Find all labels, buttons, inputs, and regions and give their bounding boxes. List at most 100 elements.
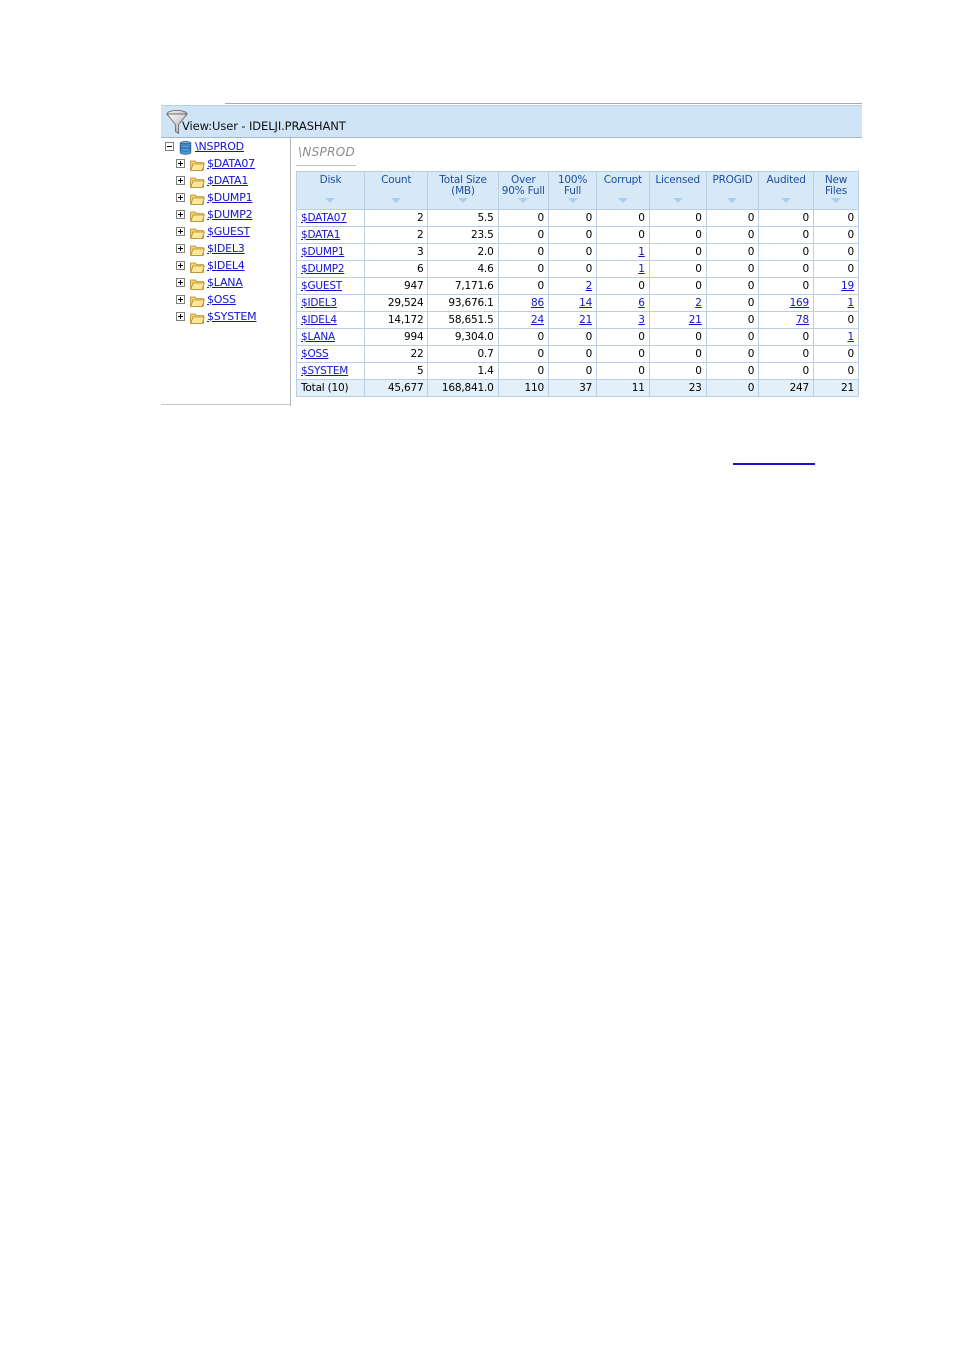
column-header-total-size[interactable]: Total Size (MB) (427, 171, 499, 210)
table-row[interactable]: $GUEST 947 7,171.6 0 2 0 0 0 0 19 (296, 277, 859, 295)
tree-item-label[interactable]: $IDEL3 (207, 242, 245, 255)
column-header-new-files[interactable]: New Files (813, 171, 859, 210)
tree-item-label[interactable]: $DATA07 (207, 157, 255, 170)
cell-disk[interactable]: $IDEL4 (296, 311, 365, 329)
new-files-count-link[interactable]: 19 (841, 280, 854, 292)
cell-over-90-full[interactable]: 24 (497, 311, 549, 329)
full-100-count-link[interactable]: 21 (579, 314, 592, 326)
disk-link[interactable]: $DUMP2 (301, 263, 345, 275)
cell-licensed[interactable]: 21 (648, 311, 707, 329)
tree-item-label[interactable]: $DUMP2 (207, 208, 253, 221)
expand-plus-icon[interactable] (176, 295, 185, 304)
tree-item-label[interactable]: $SYSTEM (207, 310, 257, 323)
disk-link[interactable]: $DATA07 (301, 212, 347, 224)
sort-descending-icon[interactable] (672, 198, 683, 203)
sort-descending-icon[interactable] (831, 198, 841, 203)
cell-licensed[interactable]: 2 (648, 294, 707, 312)
table-row[interactable]: $IDEL4 14,172 58,651.5 24 21 3 21 0 78 0 (296, 311, 859, 329)
disk-link[interactable]: $SYSTEM (301, 365, 348, 377)
tree-item-label[interactable]: $OSS (207, 293, 236, 306)
table-row[interactable]: $DATA1 2 23.5 0 0 0 0 0 0 0 (296, 226, 859, 244)
disk-link[interactable]: $IDEL4 (301, 314, 337, 326)
empty-hyperlink-underline[interactable] (733, 451, 815, 465)
new-files-count-link[interactable]: 1 (848, 331, 855, 343)
cell-100-full[interactable]: 2 (547, 277, 598, 295)
sort-descending-icon[interactable] (391, 198, 402, 203)
tree-item-root[interactable]: \NSPROD (161, 138, 290, 155)
sort-descending-icon[interactable] (518, 198, 529, 203)
licensed-count-link[interactable]: 2 (695, 297, 702, 309)
sort-descending-icon[interactable] (458, 198, 468, 203)
column-header-progid[interactable]: PROGID (705, 171, 760, 210)
disk-link[interactable]: $LANA (301, 331, 335, 343)
sort-descending-icon[interactable] (325, 198, 336, 203)
cell-100-full[interactable]: 14 (547, 294, 598, 312)
new-files-count-link[interactable]: 1 (848, 297, 855, 309)
disk-link[interactable]: $IDEL3 (301, 297, 337, 309)
tree-item-oss[interactable]: $OSS (161, 291, 290, 308)
tree-item-dump1[interactable]: $DUMP1 (161, 189, 290, 206)
expand-plus-icon[interactable] (176, 210, 185, 219)
cell-new-files[interactable]: 1 (813, 328, 859, 346)
object-tree-pane[interactable]: \NSPROD $DATA07 $DATA1 $DUMP1 $DUMP2 $GU… (161, 138, 290, 405)
over-90-full-count-link[interactable]: 86 (531, 297, 544, 309)
table-row[interactable]: $IDEL3 29,524 93,676.1 86 14 6 2 0 169 1 (296, 294, 859, 312)
corrupt-count-link[interactable]: 1 (638, 263, 645, 275)
expand-plus-icon[interactable] (176, 261, 185, 270)
cell-new-files[interactable]: 19 (813, 277, 859, 295)
column-header-over-90-full[interactable]: Over 90% Full (497, 171, 549, 210)
sort-descending-icon[interactable] (567, 198, 578, 203)
sort-descending-icon[interactable] (617, 198, 628, 203)
cell-disk[interactable]: $DATA07 (296, 209, 365, 227)
cell-disk[interactable]: $SYSTEM (296, 362, 365, 380)
tree-item-data1[interactable]: $DATA1 (161, 172, 290, 189)
tree-item-idel3[interactable]: $IDEL3 (161, 240, 290, 257)
column-header-count[interactable]: Count (363, 171, 429, 210)
disk-link[interactable]: $DUMP1 (301, 246, 345, 258)
cell-over-90-full[interactable]: 86 (497, 294, 549, 312)
disk-link[interactable]: $DATA1 (301, 229, 340, 241)
tree-item-idel4[interactable]: $IDEL4 (161, 257, 290, 274)
table-row[interactable]: $OSS 22 0.7 0 0 0 0 0 0 0 (296, 345, 859, 363)
cell-corrupt[interactable]: 1 (596, 260, 650, 278)
column-header-corrupt[interactable]: Corrupt (596, 171, 650, 210)
full-100-count-link[interactable]: 2 (586, 280, 593, 292)
tree-item-label-root[interactable]: \NSPROD (195, 140, 244, 153)
table-row[interactable]: $DATA07 2 5.5 0 0 0 0 0 0 0 (296, 209, 859, 227)
expand-plus-icon[interactable] (176, 227, 185, 236)
cell-new-files[interactable]: 1 (813, 294, 859, 312)
corrupt-count-link[interactable]: 3 (638, 314, 645, 326)
licensed-count-link[interactable]: 21 (689, 314, 702, 326)
cell-corrupt[interactable]: 3 (596, 311, 650, 329)
expand-plus-icon[interactable] (176, 244, 185, 253)
tree-item-label[interactable]: $GUEST (207, 225, 250, 238)
cell-100-full[interactable]: 21 (547, 311, 598, 329)
sort-descending-icon[interactable] (727, 198, 738, 203)
tree-item-label[interactable]: $DATA1 (207, 174, 248, 187)
tree-item-label[interactable]: $LANA (207, 276, 243, 289)
cell-disk[interactable]: $OSS (296, 345, 365, 363)
expand-plus-icon[interactable] (176, 193, 185, 202)
expand-plus-icon[interactable] (176, 159, 185, 168)
audited-count-link[interactable]: 169 (790, 297, 810, 309)
corrupt-count-link[interactable]: 1 (638, 246, 645, 258)
tree-item-lana[interactable]: $LANA (161, 274, 290, 291)
tree-item-guest[interactable]: $GUEST (161, 223, 290, 240)
cell-disk[interactable]: $GUEST (296, 277, 365, 295)
sort-descending-icon[interactable] (781, 198, 792, 203)
audited-count-link[interactable]: 78 (796, 314, 809, 326)
column-header-100-full[interactable]: 100% Full (547, 171, 598, 210)
tree-item-system[interactable]: $SYSTEM (161, 308, 290, 325)
disk-link[interactable]: $OSS (301, 348, 329, 360)
expand-plus-icon[interactable] (176, 278, 185, 287)
tree-item-label[interactable]: $DUMP1 (207, 191, 253, 204)
table-row[interactable]: $DUMP2 6 4.6 0 0 1 0 0 0 0 (296, 260, 859, 278)
tree-item-dump2[interactable]: $DUMP2 (161, 206, 290, 223)
table-row[interactable]: $SYSTEM 5 1.4 0 0 0 0 0 0 0 (296, 362, 859, 380)
column-header-licensed[interactable]: Licensed (648, 171, 707, 210)
table-row[interactable]: $DUMP1 3 2.0 0 0 1 0 0 0 0 (296, 243, 859, 261)
collapse-minus-icon[interactable] (165, 142, 174, 151)
full-100-count-link[interactable]: 14 (579, 297, 592, 309)
cell-corrupt[interactable]: 6 (596, 294, 650, 312)
expand-plus-icon[interactable] (176, 176, 185, 185)
